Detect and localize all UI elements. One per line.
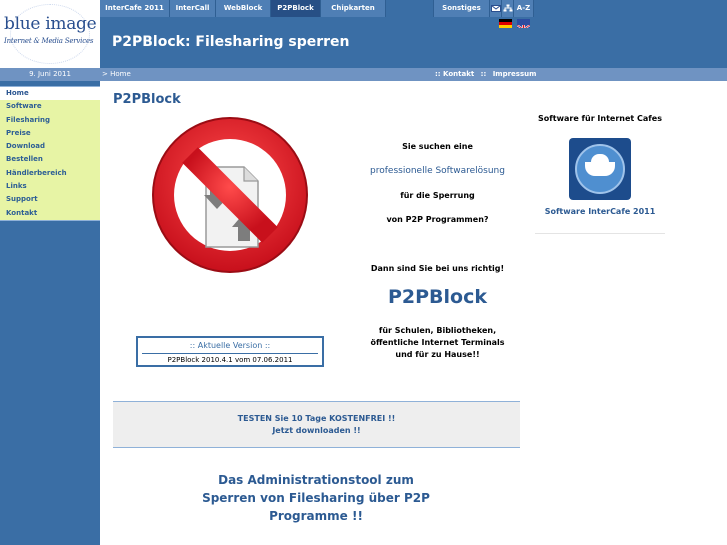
current-date: 9. Juni 2011 [29, 70, 71, 78]
sidebar-item-support[interactable]: Support [0, 193, 100, 206]
right-panel-title: Software für Internet Cafes [538, 114, 662, 123]
breadcrumb-links: :: Kontakt :: Impressum [435, 68, 540, 81]
admin-tool-text: Das Administrationstool zum Sperren von … [202, 473, 430, 523]
sidebar-item-haendlerbereich[interactable]: Händlerbereich [0, 167, 100, 180]
intro-text-3: von P2P Programmen? [386, 215, 489, 224]
audience-text: für Schulen, Bibliotheken, öffentliche I… [350, 325, 525, 361]
product-name: P2PBlock [387, 286, 488, 308]
logo-tagline: Internet & Media Services [4, 37, 94, 45]
mail-icon[interactable] [490, 0, 502, 17]
sidebar-item-preise[interactable]: Preise [0, 127, 100, 140]
audience-line-1: für Schulen, Bibliotheken, [378, 326, 497, 335]
sidebar-item-kontakt[interactable]: Kontakt [0, 207, 100, 220]
tab-sonstiges[interactable]: Sonstiges [434, 0, 490, 17]
prohibited-filesharing-icon [152, 117, 308, 273]
date-bar: 9. Juni 2011 [0, 68, 100, 81]
tab-webblock[interactable]: WebBlock [216, 0, 271, 17]
nav-spacer [386, 0, 434, 17]
sitemap-icon[interactable] [502, 0, 514, 17]
intercafe-app-icon[interactable] [569, 138, 631, 200]
version-text: P2PBlock 2010.4.1 vom 07.06.2011 [167, 356, 293, 364]
tab-chipkarten[interactable]: Chipkarten [321, 0, 386, 17]
intercafe-link[interactable]: Software InterCafe 2011 [535, 207, 665, 216]
intro-text-2: für die Sperrung [400, 191, 475, 200]
content-title: P2PBlock [113, 92, 181, 107]
sidebar-item-bestellen[interactable]: Bestellen [0, 153, 100, 166]
breadcrumb-home[interactable]: > Home [102, 68, 131, 81]
trial-box: TESTEN Sie 10 Tage KOSTENFREI !! Jetzt d… [113, 401, 520, 448]
globe-decoration [10, 4, 90, 64]
left-column [0, 0, 100, 545]
intro-text-4: Dann sind Sie bei uns richtig! [370, 264, 505, 273]
divider [142, 353, 318, 354]
trial-link[interactable]: TESTEN Sie 10 Tage KOSTENFREI !! [113, 414, 520, 423]
audience-line-2: öffentliche Internet Terminals [370, 338, 505, 347]
separator: :: [480, 70, 487, 78]
german-flag-icon[interactable] [499, 19, 512, 28]
download-link[interactable]: Jetzt downloaden !! [113, 426, 520, 435]
sidebar-item-filesharing[interactable]: Filesharing [0, 114, 100, 127]
intro-text: Sie suchen eine [402, 142, 473, 151]
tab-p2pblock[interactable]: P2PBlock [271, 0, 321, 17]
tab-intercall[interactable]: InterCall [170, 0, 216, 17]
sidebar-item-links[interactable]: Links [0, 180, 100, 193]
kontakt-link[interactable]: :: Kontakt [435, 70, 474, 78]
tab-a-z[interactable]: A-Z [514, 0, 534, 17]
tab-intercafe[interactable]: InterCafe 2011 [100, 0, 170, 17]
divider [535, 233, 665, 234]
english-flag-icon[interactable] [517, 19, 530, 28]
logo[interactable]: blue image Internet & Media Services [0, 0, 100, 68]
version-box: :: Aktuelle Version :: P2PBlock 2010.4.1… [136, 336, 324, 367]
sidebar-item-home[interactable]: Home [0, 87, 100, 101]
page-header: P2PBlock: Filesharing sperren [100, 17, 727, 68]
sidebar-item-software[interactable]: Software [0, 100, 100, 113]
sidebar-item-download[interactable]: Download [0, 140, 100, 153]
breadcrumb-bar: > Home :: Kontakt :: Impressum [100, 68, 727, 81]
audience-line-3: und für zu Hause!! [395, 350, 480, 359]
sidebar: Home Software Filesharing Preise Downloa… [0, 86, 100, 221]
top-navigation: InterCafe 2011 InterCall WebBlock P2PBlo… [100, 0, 727, 17]
page-title: P2PBlock: Filesharing sperren [112, 34, 350, 50]
solution-link[interactable]: professionelle Softwarelösung [350, 166, 525, 176]
version-title: :: Aktuelle Version :: [189, 341, 271, 350]
logo-name: blue image [4, 14, 97, 34]
impressum-link[interactable]: Impressum [493, 70, 537, 78]
